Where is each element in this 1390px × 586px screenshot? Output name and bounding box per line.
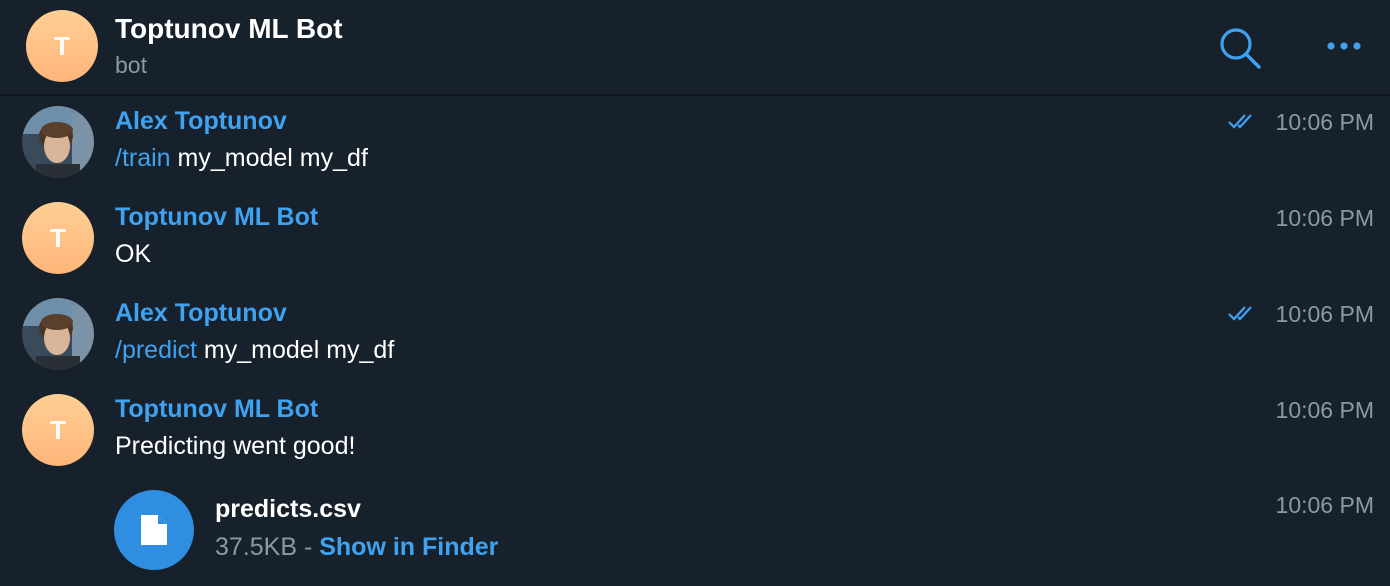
message-text: /predict my_model my_df xyxy=(115,336,394,365)
chat-title[interactable]: Toptunov ML Bot xyxy=(115,13,343,45)
bot-avatar[interactable]: T xyxy=(22,394,94,466)
file-attachment[interactable]: predicts.csv 37.5KB - Show in Finder 10:… xyxy=(0,480,1390,580)
message-sender[interactable]: Toptunov ML Bot xyxy=(115,395,318,424)
more-horizontal-icon[interactable] xyxy=(1323,36,1365,56)
file-size: 37.5KB xyxy=(215,533,298,561)
double-check-icon xyxy=(1228,113,1260,129)
bot-command-link[interactable]: /train xyxy=(115,144,171,172)
chat-avatar[interactable]: T xyxy=(26,10,98,82)
message-row[interactable]: Alex Toptunov /train my_model my_df 10:0… xyxy=(0,97,1390,193)
file-name[interactable]: predicts.csv xyxy=(215,495,361,524)
chat-window: T Toptunov ML Bot bot Alex Toptunov /tra… xyxy=(0,0,1390,586)
message-text: Predicting went good! xyxy=(115,432,356,460)
bot-avatar[interactable]: T xyxy=(22,202,94,274)
message-time: 10:06 PM xyxy=(1275,492,1374,518)
file-meta: 37.5KB - Show in Finder xyxy=(215,533,498,562)
user-avatar[interactable] xyxy=(22,106,94,178)
message-time: 10:06 PM xyxy=(1275,301,1374,327)
message-sender[interactable]: Alex Toptunov xyxy=(115,107,287,136)
message-row[interactable]: T Toptunov ML Bot Predicting went good! … xyxy=(0,385,1390,481)
search-icon[interactable] xyxy=(1217,25,1263,71)
message-text: /train my_model my_df xyxy=(115,144,368,173)
user-avatar[interactable] xyxy=(22,298,94,370)
chat-subtitle: bot xyxy=(115,52,147,78)
file-separator: - xyxy=(297,533,320,561)
message-sender[interactable]: Alex Toptunov xyxy=(115,299,287,328)
message-sender[interactable]: Toptunov ML Bot xyxy=(115,203,318,232)
message-time: 10:06 PM xyxy=(1275,205,1374,231)
bot-command-link[interactable]: /predict xyxy=(115,336,197,364)
message-time: 10:06 PM xyxy=(1275,109,1374,135)
double-check-icon xyxy=(1228,305,1260,321)
message-body: my_model my_df xyxy=(196,336,395,364)
document-icon[interactable] xyxy=(114,490,194,570)
message-row[interactable]: T Toptunov ML Bot OK 10:06 PM xyxy=(0,193,1390,289)
message-text: OK xyxy=(115,240,152,268)
message-body: my_model my_df xyxy=(170,144,368,172)
show-in-finder-link[interactable]: Show in Finder xyxy=(319,533,498,561)
chat-header: T Toptunov ML Bot bot xyxy=(0,0,1390,96)
message-time: 10:06 PM xyxy=(1275,397,1374,423)
message-row[interactable]: Alex Toptunov /predict my_model my_df 10… xyxy=(0,289,1390,385)
